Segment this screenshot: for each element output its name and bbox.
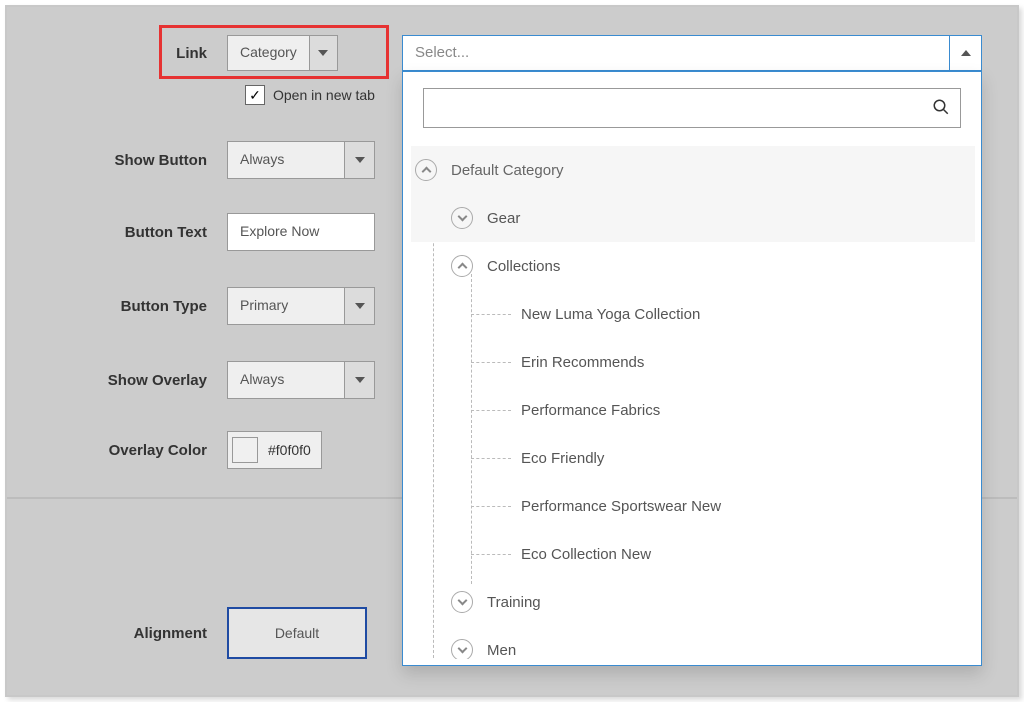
tree-root-label: Default Category [451, 162, 564, 179]
category-dropdown-panel: Default Category Gear Collections New Luma… [402, 71, 982, 666]
tree-connector [471, 314, 511, 315]
row-button-text: Button Text Explore Now [7, 213, 375, 251]
alignment-default-button[interactable]: Default [227, 607, 367, 659]
button-type-select[interactable]: Primary [227, 287, 375, 325]
chevron-down-icon[interactable] [451, 207, 473, 229]
tree-item[interactable]: Gear [411, 194, 975, 242]
tree-root[interactable]: Default Category [411, 146, 975, 194]
alignment-default-text: Default [275, 625, 319, 641]
show-button-select[interactable]: Always [227, 141, 375, 179]
link-type-value: Category [228, 36, 309, 70]
category-search-wrap [423, 88, 961, 128]
tree-item-label: Performance Sportswear New [521, 498, 721, 515]
open-new-tab-row: ✓ Open in new tab [245, 85, 375, 105]
row-show-overlay: Show Overlay Always [7, 361, 375, 399]
button-text-value: Explore Now [240, 223, 319, 239]
alignment-label: Alignment [7, 625, 227, 642]
show-overlay-label: Show Overlay [7, 372, 227, 389]
tree-item[interactable]: Performance Fabrics [411, 386, 975, 434]
tree-item-label: Eco Collection New [521, 546, 651, 563]
tree-connector [471, 410, 511, 411]
open-new-tab-checkbox[interactable]: ✓ [245, 85, 265, 105]
button-type-label: Button Type [7, 298, 227, 315]
row-overlay-color: Overlay Color #f0f0f0 [7, 431, 322, 469]
tree-item[interactable]: Collections [411, 242, 975, 290]
show-overlay-value: Always [228, 362, 344, 398]
row-alignment: Alignment Default [7, 607, 373, 659]
tree-connector [471, 458, 511, 459]
open-new-tab-label: Open in new tab [273, 87, 375, 103]
link-target-placeholder: Select... [403, 36, 949, 70]
overlay-color-value: #f0f0f0 [268, 442, 311, 458]
caret-up-icon [949, 36, 981, 70]
tree-connector [471, 554, 511, 555]
tree-item[interactable]: Erin Recommends [411, 338, 975, 386]
tree-connector [471, 506, 511, 507]
tree-item-label: Collections [487, 258, 560, 275]
tree-item[interactable]: Men [411, 626, 975, 659]
tree-item[interactable]: Training [411, 578, 975, 626]
link-target-select[interactable]: Select... [402, 35, 982, 71]
chevron-up-icon[interactable] [415, 159, 437, 181]
tree-item[interactable]: New Luma Yoga Collection [411, 290, 975, 338]
category-search-input[interactable] [436, 99, 932, 117]
search-icon[interactable] [932, 98, 950, 119]
caret-down-icon [344, 288, 374, 324]
overlay-color-picker[interactable]: #f0f0f0 [227, 431, 322, 469]
tree-item[interactable]: Eco Friendly [411, 434, 975, 482]
show-overlay-select[interactable]: Always [227, 361, 375, 399]
row-link: Link Category [7, 35, 338, 71]
tree-item-label: Erin Recommends [521, 354, 644, 371]
caret-down-icon [309, 36, 337, 70]
chevron-down-icon[interactable] [451, 591, 473, 613]
button-text-input[interactable]: Explore Now [227, 213, 375, 251]
show-button-value: Always [228, 142, 344, 178]
chevron-down-icon[interactable] [451, 639, 473, 659]
row-button-type: Button Type Primary [7, 287, 375, 325]
tree-item-label: Men [487, 642, 516, 659]
tree-item-label: New Luma Yoga Collection [521, 306, 700, 323]
tree-item-label: Gear [487, 210, 520, 227]
tree-item-label: Training [487, 594, 541, 611]
chevron-up-icon[interactable] [451, 255, 473, 277]
link-label: Link [7, 45, 227, 62]
tree-item[interactable]: Eco Collection New [411, 530, 975, 578]
link-type-select[interactable]: Category [227, 35, 338, 71]
overlay-color-swatch [232, 437, 258, 463]
tree-item-label: Performance Fabrics [521, 402, 660, 419]
tree-item[interactable]: Performance Sportswear New [411, 482, 975, 530]
show-button-label: Show Button [7, 152, 227, 169]
tree-item-label: Eco Friendly [521, 450, 604, 467]
category-tree[interactable]: Default Category Gear Collections New Luma… [411, 146, 975, 659]
tree-connector [471, 362, 511, 363]
button-type-value: Primary [228, 288, 344, 324]
caret-down-icon [344, 142, 374, 178]
overlay-color-label: Overlay Color [7, 442, 227, 459]
caret-down-icon [344, 362, 374, 398]
button-text-label: Button Text [7, 224, 227, 241]
row-show-button: Show Button Always [7, 141, 375, 179]
